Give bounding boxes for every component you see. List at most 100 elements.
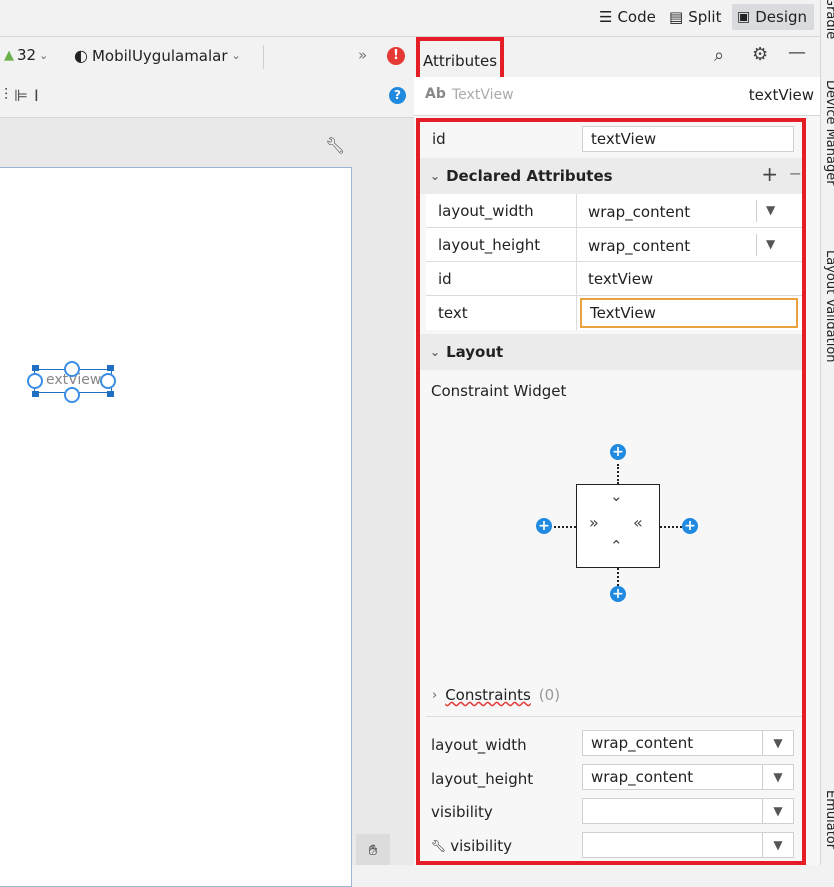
declared-attributes-header[interactable]: ⌄ Declared Attributes + − (420, 158, 802, 194)
overflow-label: » (358, 46, 368, 64)
declared-attributes-title: Declared Attributes (446, 167, 613, 185)
layout-height-dropdown[interactable]: wrap_content ▼ (580, 230, 804, 260)
resize-handle[interactable] (107, 365, 114, 371)
top-margin-chevron-icon[interactable]: ⌄ (610, 487, 623, 505)
design-mode-button[interactable]: ▣ Design (732, 4, 814, 30)
top-anchor[interactable] (64, 361, 80, 377)
view-mode-toolbar: ☰ Code ▤ Split ▣ Design (0, 0, 834, 34)
layout-row-label: layout_width (431, 736, 527, 754)
design-mode-label: Design (755, 8, 808, 26)
device-screen[interactable]: extView (0, 167, 352, 887)
select-value: wrap_content (591, 768, 694, 786)
id-field[interactable]: textView (582, 126, 794, 152)
theme-dropdown[interactable]: ◐ MobilUygulamalar ⌄ (74, 46, 241, 65)
api-level-dropdown[interactable]: ▲ 32 ⌄ (4, 46, 48, 64)
attributes-body: id textView ⌄ Declared Attributes + − la… (414, 116, 820, 865)
constraint-widget-title: Constraint Widget (431, 382, 567, 400)
gradle-tab[interactable]: Gradle (823, 0, 834, 39)
component-type: TextView (452, 87, 514, 103)
add-right-constraint-icon[interactable]: + (682, 518, 698, 534)
minimize-icon[interactable]: — (788, 42, 806, 63)
declared-row-label: layout_height (438, 236, 541, 254)
remove-attribute-button[interactable]: − (789, 164, 802, 183)
chevron-down-icon: ⌄ (231, 49, 241, 62)
add-left-constraint-icon[interactable]: + (536, 518, 552, 534)
constraints-toggle[interactable]: › Constraints (0) (432, 686, 560, 704)
help-icon[interactable]: ? (389, 87, 406, 104)
layout-section-header[interactable]: ⌄ Layout (420, 334, 802, 370)
dropdown-arrow-icon: ▼ (762, 799, 793, 823)
visibility-select[interactable]: ▼ (582, 798, 794, 824)
search-icon[interactable]: ⌕ (714, 45, 724, 66)
collapse-chevron-icon: ⌄ (430, 345, 441, 359)
declared-row-label: layout_width (438, 202, 534, 220)
code-mode-button[interactable]: ☰ Code (594, 4, 661, 30)
id-label: id (432, 130, 446, 148)
dropdown-arrow-icon: ▼ (766, 237, 776, 251)
attributes-title: Attributes (422, 52, 498, 70)
emulator-tab[interactable]: Emulator (823, 790, 834, 849)
design-canvas[interactable]: 🔧︎ extView ✋︎ (0, 118, 414, 887)
collapse-chevron-icon: ⌄ (430, 169, 441, 183)
left-wrap-icon[interactable]: » (589, 513, 599, 532)
code-mode-label: Code (617, 8, 656, 26)
add-attribute-button[interactable]: + (761, 162, 778, 186)
align-icons: ⫶ ⊫ I (4, 85, 45, 105)
gear-icon[interactable]: ⚙ (752, 44, 768, 65)
declared-id-value[interactable]: textView (588, 270, 653, 288)
device-manager-tab[interactable]: Device Manager (823, 80, 834, 186)
dropdown-arrow-icon: ▼ (762, 731, 793, 755)
declared-row-label: text (438, 304, 468, 322)
chevron-down-icon: ⌄ (39, 48, 49, 62)
right-wrap-icon[interactable]: « (633, 513, 643, 532)
declared-row-label: id (438, 270, 452, 288)
overflow-button[interactable]: » (358, 46, 367, 64)
select-value: wrap_content (591, 734, 694, 752)
declared-attributes-table: layout_width wrap_content ▼ layout_heigh… (426, 194, 802, 330)
pack-icon[interactable]: ⫶ (4, 85, 14, 105)
constraints-label: Constraints (445, 686, 531, 704)
alignment-toolbar: ⫶ ⊫ I ? (0, 77, 414, 118)
pan-hand-icon[interactable]: ✋︎ (356, 834, 390, 865)
dropdown-value: wrap_content (588, 203, 691, 221)
component-header: Ab TextView textView (414, 77, 820, 116)
layout-row-label: visibility (431, 803, 493, 821)
right-anchor[interactable] (100, 373, 116, 389)
wrench-icon[interactable]: 🔧︎ (325, 136, 345, 155)
tools-visibility-select[interactable]: ▼ (582, 832, 794, 858)
expand-chevron-icon: › (432, 687, 438, 703)
align-left-icon[interactable]: ⊫ (14, 86, 34, 105)
dropdown-arrow-icon: ▼ (766, 203, 776, 217)
bottom-margin-chevron-icon[interactable]: ⌃ (610, 537, 623, 555)
selected-textview[interactable]: extView (27, 361, 116, 403)
attributes-highlight-box: id textView ⌄ Declared Attributes + − la… (416, 118, 806, 865)
layout-validation-tab[interactable]: Layout Validation (823, 250, 834, 363)
guidelines-icon[interactable]: I (34, 86, 45, 105)
text-field-value: TextView (590, 304, 656, 322)
layout-row-label: layout_height (431, 770, 534, 788)
split-mode-label: Split (688, 8, 722, 26)
toolbar-divider (263, 45, 264, 69)
left-anchor[interactable] (27, 373, 43, 389)
dropdown-arrow-icon: ▼ (762, 765, 793, 789)
attributes-header: Attributes ⌕ ⚙ — (414, 36, 820, 85)
tools-visibility-row: 🔧︎ visibility (431, 837, 512, 855)
layout-width-dropdown[interactable]: wrap_content ▼ (580, 196, 804, 226)
layout-width-select[interactable]: wrap_content ▼ (582, 730, 794, 756)
wrench-icon: 🔧︎ (431, 839, 447, 853)
error-icon[interactable]: ! (387, 47, 405, 65)
resize-handle[interactable] (32, 365, 39, 371)
add-top-constraint-icon[interactable]: + (610, 444, 626, 460)
resize-handle[interactable] (107, 391, 114, 397)
api-level-value: 32 (17, 46, 37, 64)
layout-row-label: visibility (450, 837, 513, 855)
resize-handle[interactable] (32, 391, 39, 397)
split-mode-button[interactable]: ▤ Split (664, 4, 726, 30)
text-field[interactable]: TextView (580, 298, 798, 328)
add-bottom-constraint-icon[interactable]: + (610, 586, 626, 602)
side-tool-strip: Gradle Device Manager Layout Validation … (820, 0, 834, 865)
layout-height-select[interactable]: wrap_content ▼ (582, 764, 794, 790)
code-icon: ☰ (599, 8, 613, 26)
design-toolbar: ▲ 32 ⌄ ◐ MobilUygulamalar ⌄ » ! (0, 36, 414, 78)
bottom-anchor[interactable] (64, 387, 80, 403)
